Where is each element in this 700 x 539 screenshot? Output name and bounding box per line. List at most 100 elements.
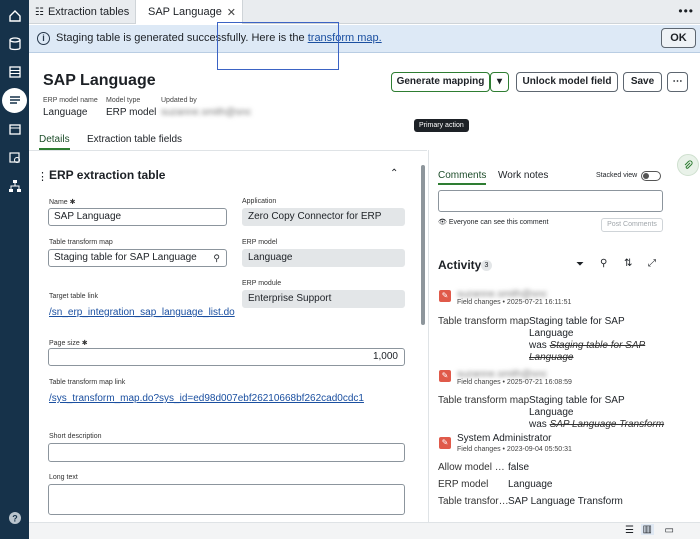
activity-count-badge: 3 — [481, 260, 492, 271]
tab-extraction-table-fields[interactable]: Extraction table fields — [87, 134, 182, 145]
comment-textarea[interactable] — [438, 190, 663, 212]
application-label: Application — [242, 198, 277, 205]
meta-updated-label: Updated by — [161, 97, 197, 104]
erp-module-field: Enterprise Support — [242, 290, 405, 308]
tab-extraction-tables[interactable]: ☷ Extraction tables — [29, 0, 133, 24]
page-size-label: Page size ✱ — [49, 340, 88, 347]
tab-sap-language[interactable]: SAP Language ✕ — [135, 0, 243, 24]
ttm-link-label: Table transform map link — [49, 379, 126, 386]
long-text-input[interactable] — [48, 484, 405, 515]
info-icon: i — [37, 32, 50, 45]
pencil-icon: ✎ — [439, 437, 451, 449]
meta-model-name: Language — [43, 107, 88, 118]
tab-comments[interactable]: Comments — [438, 170, 487, 185]
sort-icon[interactable]: ⇅ — [624, 258, 632, 269]
target-table-link[interactable]: /sn_erp_integration_sap_language_list.do — [49, 307, 235, 318]
generate-mapping-button[interactable]: Generate mapping — [391, 72, 490, 92]
footer-bar: ☰ ▥ ▭ — [29, 522, 700, 539]
page-title: SAP Language — [43, 72, 156, 89]
home-icon[interactable] — [6, 7, 23, 24]
filter-icon[interactable]: ⏷ — [576, 259, 584, 270]
ttm-label: Table transform map — [49, 239, 113, 246]
required-icon: ✱ — [69, 199, 76, 206]
activity-field: Table transform map — [438, 316, 530, 327]
target-link-label: Target table link — [49, 293, 99, 300]
required-icon: ✱ — [81, 340, 88, 347]
meta-model-name-label: ERP model name — [43, 97, 98, 104]
success-banner: i Staging table is generated successfull… — [29, 25, 700, 53]
unlock-model-field-button[interactable]: Unlock model field — [516, 72, 618, 92]
drag-handle-icon[interactable]: ⋮ — [37, 170, 48, 183]
split-view-icon[interactable]: ▥ — [640, 524, 654, 535]
activity-subtitle: Field changes • 2025-07-21 16:11:51 — [457, 299, 572, 306]
search-icon[interactable]: ⚲ — [213, 250, 220, 266]
erp-module-label: ERP module — [242, 280, 282, 287]
application-field: Zero Copy Connector for ERP — [242, 208, 405, 226]
hierarchy-icon[interactable] — [6, 177, 23, 194]
database-icon[interactable] — [6, 35, 23, 52]
search-table-icon[interactable] — [6, 149, 23, 166]
help-icon[interactable]: ? — [6, 509, 23, 526]
activity-value: Language — [508, 479, 553, 490]
activity-field: ERP model — [438, 479, 489, 490]
activity-heading: Activity — [438, 258, 482, 272]
form-panel — [29, 150, 427, 522]
tab-work-notes[interactable]: Work notes — [498, 170, 548, 181]
stacked-view-label: Stacked view — [596, 172, 638, 179]
search-icon[interactable]: ⚲ — [600, 258, 607, 269]
tab-bar: ☷ Extraction tables SAP Language ✕ ••• — [29, 0, 700, 24]
name-label: Name ✱ — [49, 199, 76, 206]
short-description-label: Short description — [49, 433, 102, 440]
activity-value: Staging table for SAP Language was Stagin… — [529, 316, 646, 363]
attachments-panel — [673, 150, 700, 180]
visibility-note: 👁 Everyone can see this comment — [438, 219, 549, 226]
meta-model-type-label: Model type — [106, 97, 141, 104]
form-view-icon[interactable]: ▭ — [665, 525, 674, 536]
pencil-icon: ✎ — [439, 370, 451, 382]
activity-field: Allow model … — [438, 462, 505, 473]
form-tabs: Details Extraction table fields — [29, 130, 700, 150]
tab-details[interactable]: Details — [39, 134, 70, 150]
highlight-box — [217, 22, 339, 70]
more-actions-button[interactable]: ⋯ — [667, 72, 688, 92]
erp-model-label: ERP model — [242, 239, 278, 246]
list-view-icon[interactable]: ☰ — [625, 525, 634, 536]
page-size-input[interactable]: 1,000 — [48, 348, 405, 366]
chevron-down-icon: ▾ — [496, 76, 503, 87]
activity-field: Table transfor… — [438, 496, 509, 507]
eye-icon: 👁 — [438, 219, 447, 226]
extraction-tables-icon[interactable] — [2, 88, 27, 113]
svg-text:?: ? — [12, 513, 18, 523]
ttm-link[interactable]: /sys_transform_map.do?sys_id=ed98d007ebf… — [49, 393, 364, 404]
calendar-icon[interactable] — [6, 120, 23, 137]
name-input[interactable]: SAP Language — [48, 208, 227, 226]
activity-subtitle: Field changes • 2023-09-04 05:50:31 — [457, 446, 572, 453]
activity-value: SAP Language Transform — [508, 496, 623, 507]
activity-subtitle: Field changes • 2025-07-21 16:08:59 — [457, 379, 572, 386]
table-list-icon: ☷ — [35, 6, 44, 18]
ok-button[interactable]: OK — [661, 28, 696, 48]
scrollbar[interactable] — [421, 165, 425, 325]
long-text-label: Long text — [49, 474, 78, 481]
activity-value: Staging table for SAP Language was SAP La… — [529, 395, 665, 430]
stacked-view-toggle[interactable] — [641, 171, 661, 181]
save-button[interactable]: Save — [623, 72, 662, 92]
short-description-input[interactable] — [48, 443, 405, 462]
activity-field: Table transform map — [438, 395, 530, 406]
erp-model-field: Language — [242, 249, 405, 267]
meta-updated-by: suzanne.smith@snc — [161, 107, 252, 118]
post-comments-button[interactable]: Post Comments — [601, 218, 663, 232]
ttm-reference-input[interactable]: Staging table for SAP Language ⚲ — [48, 249, 227, 267]
expand-icon[interactable]: ⤢ — [648, 258, 656, 269]
meta-model-type: ERP model — [106, 107, 157, 118]
paperclip-icon[interactable] — [677, 154, 699, 176]
more-options-icon[interactable]: ••• — [678, 4, 694, 18]
activity-user: System Administrator — [457, 433, 552, 444]
ellipsis-icon: ⋯ — [672, 76, 683, 87]
table-icon[interactable] — [6, 63, 23, 80]
pencil-icon: ✎ — [439, 290, 451, 302]
activity-value: false — [508, 462, 530, 473]
generate-dropdown-button[interactable]: ▾ — [490, 72, 509, 92]
close-icon[interactable]: ✕ — [227, 6, 236, 19]
chevron-up-icon[interactable]: ⌃ — [390, 168, 398, 179]
